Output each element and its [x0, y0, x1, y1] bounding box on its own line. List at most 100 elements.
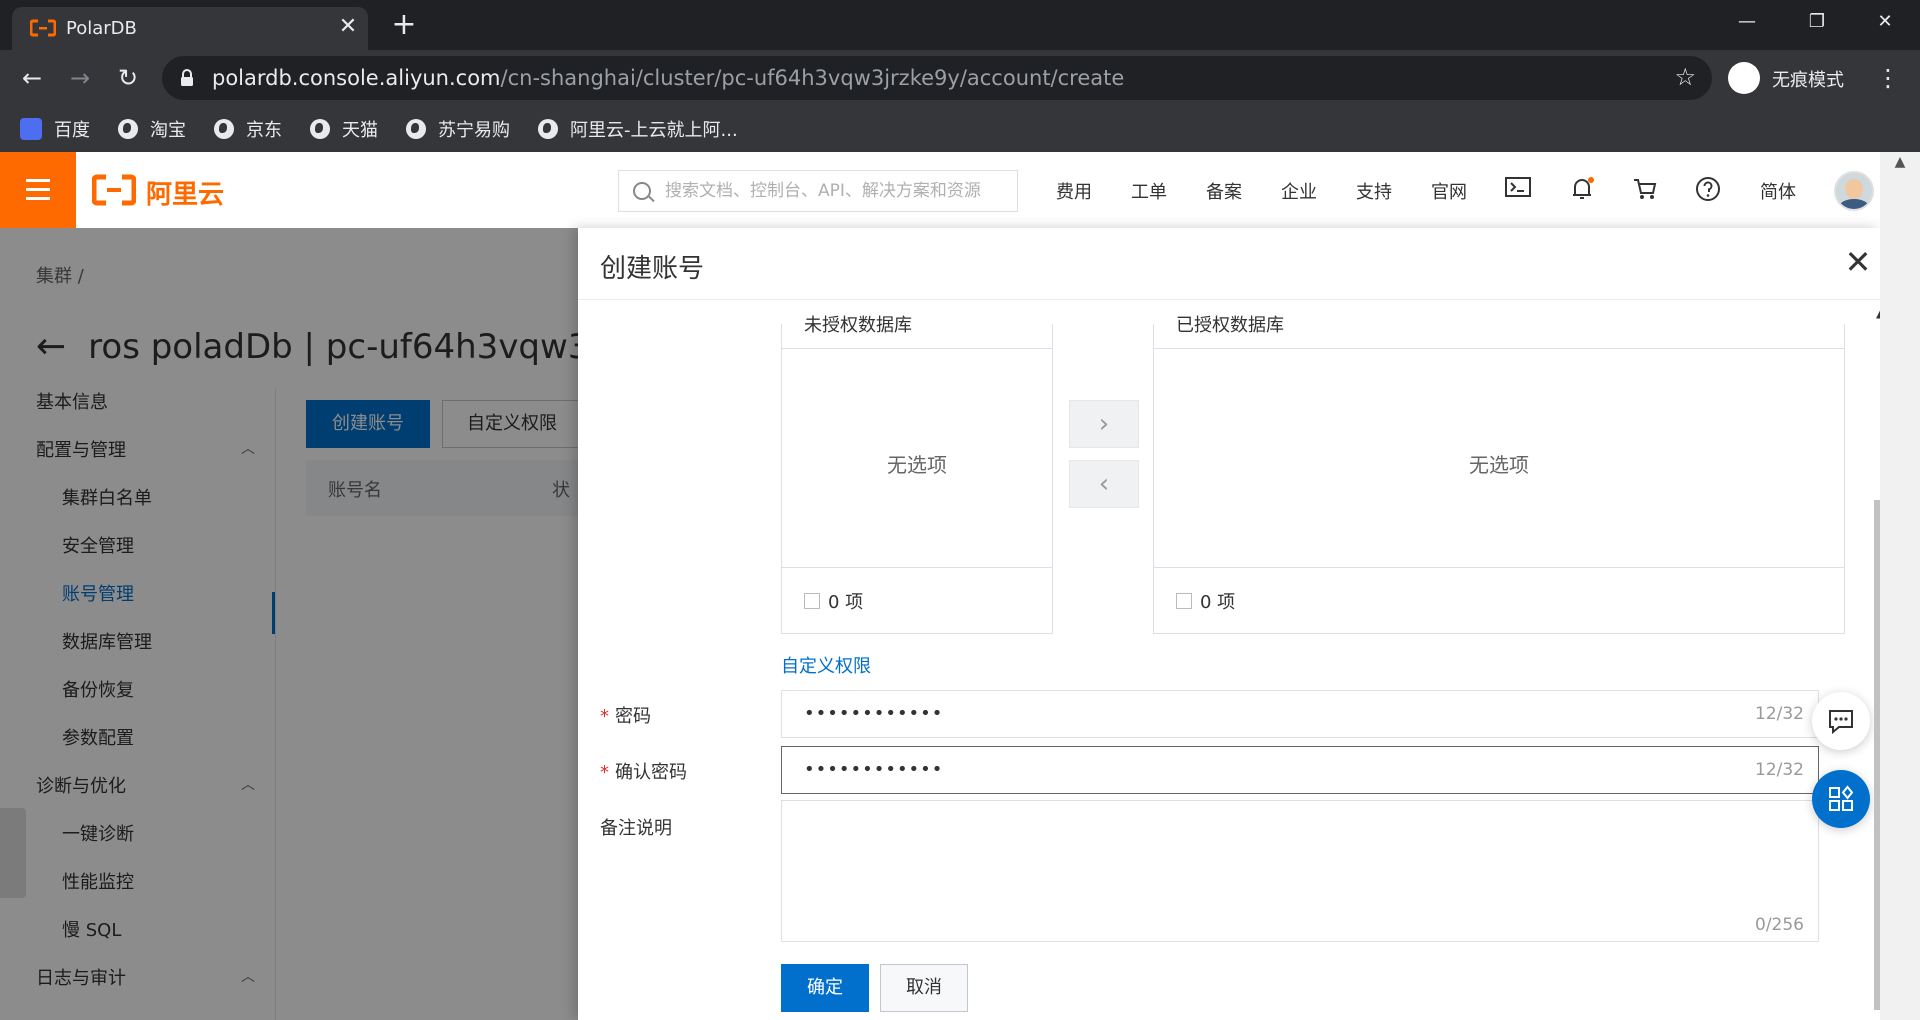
password-counter: 12/32	[1755, 704, 1804, 724]
minimize-icon[interactable]: —	[1712, 0, 1782, 44]
authorized-db-panel: 已授权数据库 无选项 0 项	[1153, 301, 1845, 634]
window-close-icon[interactable]: ✕	[1850, 0, 1920, 44]
aliyun-logo[interactable]: 阿里云	[91, 174, 224, 210]
restore-icon[interactable]: ❐	[1782, 0, 1852, 44]
nav-fees[interactable]: 费用	[1056, 178, 1092, 204]
password-label: * 密码	[600, 702, 651, 728]
user-avatar[interactable]	[1834, 171, 1874, 211]
bookmark-label: 阿里云-上云就上阿...	[570, 120, 738, 141]
language-switch[interactable]: 简体	[1760, 178, 1796, 204]
help-icon[interactable]	[1694, 176, 1722, 204]
create-account-drawer: 创建账号 ✕ 授权数据库 未授权数据库 无选项 0 项 › ‹ 已授权数据库 无…	[578, 228, 1880, 1020]
bookmark-item[interactable]: 天猫	[310, 116, 378, 142]
incognito-indicator[interactable]: 无痕模式	[1720, 56, 1860, 100]
bookmark-item[interactable]: 百度	[20, 116, 90, 142]
bookmark-label: 天猫	[342, 120, 378, 141]
scroll-up-icon[interactable]: ▲	[1880, 152, 1920, 232]
panel-footer: 0 项	[782, 567, 1052, 633]
browser-tabstrip: PolarDB ✕ + — ❐ ✕	[0, 0, 1920, 50]
bookmark-label: 淘宝	[150, 120, 186, 141]
panel-title: 已授权数据库	[1176, 315, 1284, 336]
bookmark-item[interactable]: 淘宝	[118, 116, 186, 142]
confirm-password-counter: 12/32	[1755, 760, 1804, 780]
confirm-button[interactable]: 确定	[781, 964, 869, 1012]
remark-counter: 0/256	[1755, 915, 1804, 935]
bookmark-star-icon[interactable]: ☆	[1674, 63, 1696, 91]
required-mark: *	[600, 762, 609, 783]
empty-text: 无选项	[1469, 453, 1529, 477]
search-input[interactable]	[665, 179, 1009, 203]
forward-icon[interactable]: →	[64, 62, 96, 94]
chat-icon[interactable]	[1812, 692, 1870, 750]
empty-text: 无选项	[887, 453, 947, 477]
bookmark-item[interactable]: 阿里云-上云就上阿...	[538, 116, 738, 142]
menu-icon[interactable]	[0, 152, 76, 228]
drawer-header: 创建账号 ✕	[578, 228, 1880, 300]
new-tab-icon[interactable]: +	[388, 10, 420, 42]
panel-footer: 0 项	[1154, 567, 1844, 633]
browser-menu-icon[interactable]: ⋮	[1876, 60, 1900, 96]
close-icon[interactable]: ✕	[1842, 246, 1874, 278]
aliyun-favicon-icon	[30, 19, 56, 37]
globe-icon	[310, 119, 330, 139]
url-host: polardb.console.aliyun.com	[212, 66, 501, 90]
incognito-label: 无痕模式	[1772, 70, 1844, 91]
move-right-button[interactable]: ›	[1069, 400, 1139, 448]
page-scrollbar[interactable]: ▲	[1880, 152, 1920, 1020]
terminal-icon[interactable]	[1504, 176, 1532, 204]
select-all-checkbox[interactable]	[804, 593, 820, 609]
globe-icon	[118, 119, 138, 139]
aliyun-logo-icon	[91, 174, 137, 206]
move-left-button[interactable]: ‹	[1069, 460, 1139, 508]
browser-tab[interactable]: PolarDB ✕	[12, 7, 368, 50]
panel-title: 未授权数据库	[804, 315, 912, 336]
confirm-password-value: ••••••••••••	[804, 759, 944, 780]
globe-icon	[406, 119, 426, 139]
remark-textarea[interactable]: 0/256	[781, 800, 1819, 942]
url-text: polardb.console.aliyun.com/cn-shanghai/c…	[212, 66, 1124, 90]
panel-header: 已授权数据库	[1154, 301, 1844, 349]
incognito-icon	[1728, 62, 1760, 94]
lock-icon	[181, 69, 193, 86]
url-path: /cn-shanghai/cluster/pc-uf64h3vqw3jrzke9…	[500, 66, 1125, 90]
notification-bell-icon[interactable]	[1568, 176, 1596, 204]
unauthorized-db-panel: 未授权数据库 无选项 0 项	[781, 301, 1053, 634]
reload-icon[interactable]: ↻	[112, 62, 144, 94]
confirm-password-label-text: 确认密码	[615, 762, 687, 783]
globe-icon	[538, 119, 558, 139]
custom-permission-link[interactable]: 自定义权限	[781, 652, 871, 678]
globe-icon	[214, 119, 234, 139]
nav-tickets[interactable]: 工单	[1131, 178, 1167, 204]
cancel-button[interactable]: 取消	[880, 964, 968, 1012]
item-count: 0 项	[1200, 592, 1236, 613]
password-field[interactable]: •••••••••••• 12/32	[781, 690, 1819, 738]
bookmark-label: 苏宁易购	[438, 120, 510, 141]
confirm-password-label: * 确认密码	[600, 758, 687, 784]
cart-icon[interactable]	[1631, 176, 1659, 204]
tab-close-icon[interactable]: ✕	[334, 13, 362, 41]
back-icon[interactable]: ←	[16, 62, 48, 94]
nav-support[interactable]: 支持	[1356, 178, 1392, 204]
apps-icon[interactable]	[1812, 770, 1870, 828]
bookmark-item[interactable]: 苏宁易购	[406, 116, 510, 142]
baidu-icon	[20, 118, 42, 140]
nav-official-site[interactable]: 官网	[1431, 178, 1467, 204]
global-search[interactable]	[618, 170, 1018, 212]
confirm-password-field[interactable]: •••••••••••• 12/32	[781, 746, 1819, 794]
item-count: 0 项	[828, 592, 864, 613]
browser-toolbar: ← → ↻ polardb.console.aliyun.com/cn-shan…	[0, 50, 1920, 106]
nav-enterprise[interactable]: 企业	[1281, 178, 1317, 204]
address-bar[interactable]: polardb.console.aliyun.com/cn-shanghai/c…	[162, 56, 1712, 100]
panel-header: 未授权数据库	[782, 301, 1052, 349]
drawer-title: 创建账号	[600, 254, 705, 284]
nav-filing[interactable]: 备案	[1206, 178, 1242, 204]
select-all-checkbox[interactable]	[1176, 593, 1192, 609]
bookmarks-bar: 百度 淘宝 京东 天猫 苏宁易购 阿里云-上云就上阿...	[0, 106, 1920, 152]
password-value: ••••••••••••	[804, 703, 944, 724]
required-mark: *	[600, 706, 609, 727]
console-header: 阿里云 费用 工单 备案 企业 支持 官网 简体	[0, 152, 1920, 228]
bookmark-item[interactable]: 京东	[214, 116, 282, 142]
tab-title: PolarDB	[66, 18, 137, 39]
bookmark-label: 京东	[246, 120, 282, 141]
bookmark-label: 百度	[54, 120, 90, 141]
